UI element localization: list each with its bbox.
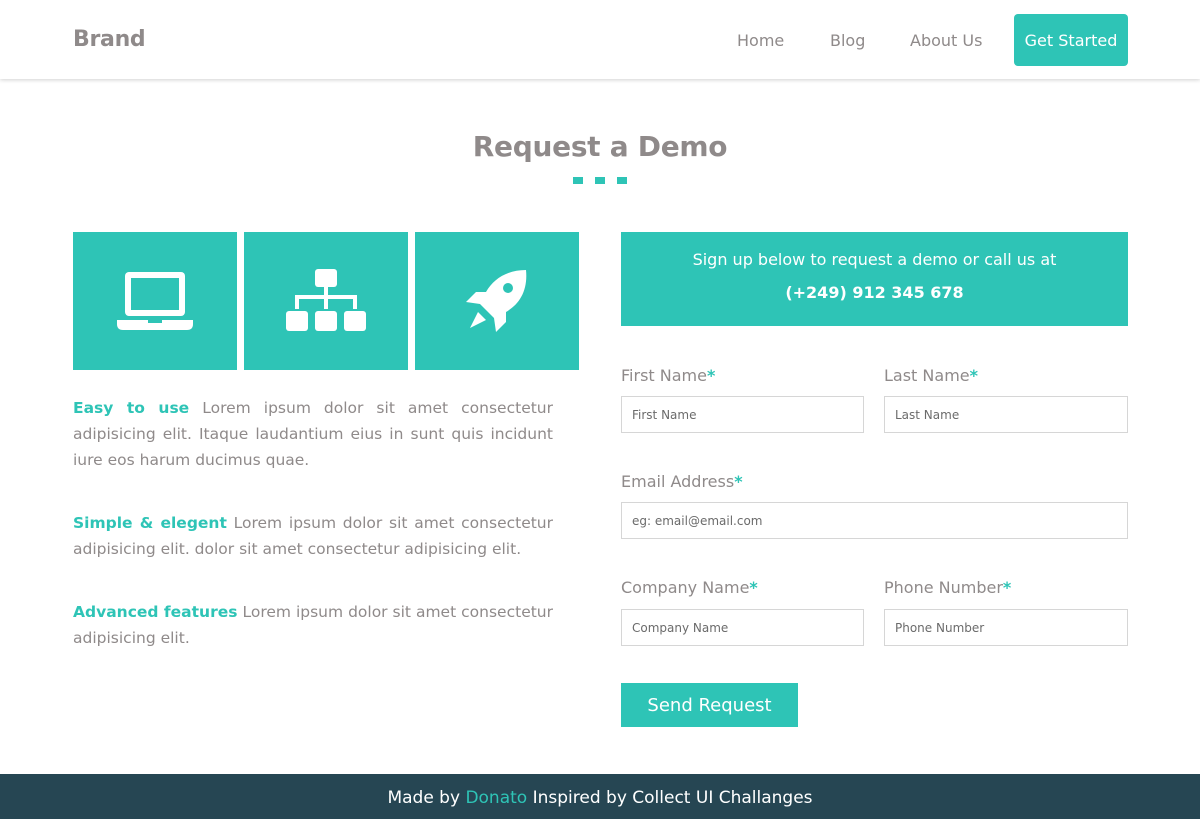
top-navbar: Brand Home Blog About Us Get Started [0,0,1200,79]
feature-easy-to-use: Easy to use Lorem ipsum dolor sit amet c… [73,395,553,473]
first-name-input[interactable] [621,396,864,433]
company-name-label: Company Name* [621,578,758,597]
sitemap-icon [286,269,366,331]
required-asterisk: * [734,472,743,491]
feature-title: Advanced features [73,603,238,621]
footer-author-link[interactable]: Donato [465,788,527,808]
divider-dot [573,177,583,184]
rocket-icon [466,270,527,332]
label-text: Phone Number [884,578,1003,597]
email-label: Email Address* [621,472,743,491]
brand-logo[interactable]: Brand [73,27,146,52]
feature-tile-rocket [415,232,579,370]
nav-link-about-us[interactable]: About Us [910,31,982,50]
feature-advanced: Advanced features Lorem ipsum dolor sit … [73,599,553,651]
required-asterisk: * [969,366,978,385]
footer-credit: Inspired by Collect UI Challanges [532,788,813,808]
feature-tile-laptop [73,232,237,370]
label-text: Company Name [621,578,750,597]
divider-dot [617,177,627,184]
banner-phone-number: (+249) 912 345 678 [785,283,964,302]
laptop-icon [117,272,193,330]
phone-number-label: Phone Number* [884,578,1011,597]
feature-tile-sitemap [244,232,408,370]
feature-simple-elegant: Simple & elegent Lorem ipsum dolor sit a… [73,510,553,562]
last-name-label: Last Name* [884,366,978,385]
company-name-input[interactable] [621,609,864,646]
required-asterisk: * [1002,578,1012,597]
nav-link-home[interactable]: Home [737,31,784,50]
label-text: Last Name [884,366,970,385]
required-asterisk: * [749,578,758,597]
last-name-input[interactable] [884,396,1128,433]
phone-number-input[interactable] [884,609,1128,646]
get-started-button[interactable]: Get Started [1014,14,1128,66]
footer-prefix: Made by [387,788,461,808]
page-title: Request a Demo [472,130,728,163]
demo-call-banner: Sign up below to request a demo or call … [621,232,1128,326]
banner-text: Sign up below to request a demo or call … [692,250,1057,269]
label-text: Email Address [621,472,735,491]
send-request-button[interactable]: Send Request [621,683,798,727]
required-asterisk: * [706,366,716,385]
email-input[interactable] [621,502,1128,539]
first-name-label: First Name* [621,366,715,385]
feature-title: Easy to use [73,399,190,417]
title-divider [573,177,627,185]
feature-title: Simple & elegent [73,514,227,532]
nav-link-blog[interactable]: Blog [830,31,865,50]
label-text: First Name [621,366,707,385]
divider-dot [595,177,605,184]
footer: Made by Donato Inspired by Collect UI Ch… [0,774,1200,819]
